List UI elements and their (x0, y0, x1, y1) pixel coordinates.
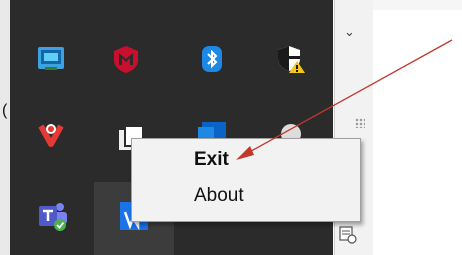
background-left-edge: ( (0, 0, 10, 255)
partial-text: ( (2, 102, 8, 119)
menu-item-exit[interactable]: Exit (194, 149, 229, 171)
menu-item-about[interactable]: About (194, 185, 244, 207)
teams-icon[interactable] (37, 200, 69, 232)
security-warning-icon[interactable] (275, 43, 307, 75)
vpn-icon[interactable] (35, 118, 67, 150)
bluetooth-icon[interactable] (196, 43, 228, 75)
resize-gripper-icon[interactable] (355, 118, 365, 128)
mcafee-icon[interactable] (110, 43, 142, 75)
notification-center-icon[interactable] (339, 226, 357, 244)
remote-desktop-icon[interactable] (35, 43, 67, 75)
chevron-down-icon[interactable]: ⌄ (344, 24, 355, 40)
context-menu: Exit About (131, 138, 361, 222)
